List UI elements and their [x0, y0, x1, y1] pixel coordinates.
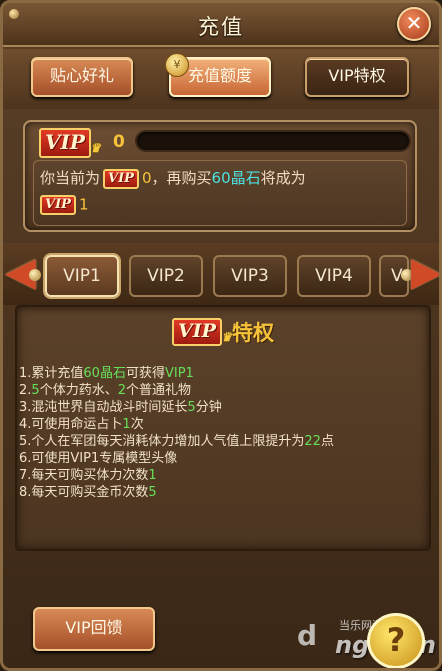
status-needed-amount: 60晶石 — [211, 169, 261, 187]
crown-icon: ♛ — [90, 141, 101, 155]
coin-icon: ¥ — [165, 53, 189, 77]
tab-vip1[interactable]: VIP1 — [45, 255, 119, 297]
privilege-text: 1.累计充值 — [19, 366, 84, 381]
d-logo-icon: d — [297, 619, 318, 652]
tab-vip-privilege[interactable]: VIP特权 — [305, 57, 409, 97]
privilege-text: 个普通礼物 — [125, 383, 191, 398]
vip-status-panel: VIP ♛ 0 你当前为 VIP 0，再购买60晶石将成为 VIP 1 — [23, 120, 417, 232]
privilege-text: 3.混沌世界自动战斗时间延长 — [19, 400, 188, 415]
privilege-highlight: 60晶石 — [83, 366, 126, 381]
tab-vip4[interactable]: VIP4 — [297, 255, 371, 297]
help-button[interactable]: ? — [367, 613, 425, 668]
privilege-list: 1.累计充值60晶石可获得VIP1 2.5个体力药水、2个普通礼物 3.混沌世界自动… — [19, 365, 334, 501]
privilege-text: 2. — [19, 383, 32, 398]
crown-icon: ♛ — [221, 330, 232, 344]
bottom-bar: VIP回馈 d 当乐网游门户 ng.d.cn ? — [3, 591, 439, 668]
privilege-text: 4.可使用命运占卜 — [19, 417, 123, 432]
status-line-1: 你当前为 VIP 0，再购买60晶石将成为 — [40, 167, 306, 189]
status-text: ，再购买 — [151, 169, 212, 187]
privilege-highlight: 5 — [148, 485, 157, 500]
privilege-text: 6.可使用VIP1专属模型头像 — [19, 451, 178, 466]
privilege-item: 5.个人在军团每天消耗体力增加人气值上限提升为22点 — [19, 433, 334, 450]
privilege-item: 7.每天可购买体力次数1 — [19, 467, 334, 484]
status-text: 你当前为 — [40, 169, 101, 187]
vip-badge-small: VIP — [103, 168, 139, 189]
tab-vip2[interactable]: VIP2 — [129, 255, 203, 297]
privilege-item: 6.可使用VIP1专属模型头像 — [19, 450, 334, 467]
status-current-level: 0 — [141, 169, 152, 187]
privilege-item: 4.可使用命运占卜1次 — [19, 416, 334, 433]
privilege-item: 1.累计充值60晶石可获得VIP1 — [19, 365, 334, 382]
status-text: 将成为 — [260, 169, 306, 187]
privilege-text: 点 — [320, 434, 334, 449]
privilege-highlight: 2 — [117, 383, 126, 398]
vip-progress-bar — [135, 130, 411, 152]
recharge-window: 充值 ✕ 贴心好礼 充值额度 VIP特权 ¥ VIP ♛ 0 你当前为 VIP 0，再… — [0, 0, 442, 671]
privilege-highlight: 22 — [304, 434, 321, 449]
vip-feedback-button[interactable]: VIP回馈 — [33, 607, 155, 651]
current-vip-level: 0 — [113, 132, 125, 152]
status-next-level: 1 — [78, 195, 89, 214]
window-title: 充值 — [198, 15, 244, 39]
decor-knob — [29, 269, 41, 281]
privilege-highlight: 5 — [187, 400, 196, 415]
arrow-right-icon[interactable]: ▶ — [411, 251, 439, 297]
privilege-item: 3.混沌世界自动战斗时间延长5分钟 — [19, 399, 334, 416]
privilege-text: 个体力药水、 — [39, 383, 118, 398]
privilege-text: 7.每天可购买体力次数 — [19, 468, 149, 483]
privilege-highlight: 1 — [148, 468, 157, 483]
privilege-highlight: 1 — [122, 417, 131, 432]
privilege-text: 次 — [130, 417, 144, 432]
privilege-item: 8.每天可购买金币次数5 — [19, 484, 334, 501]
privilege-title: 特权 — [231, 321, 274, 345]
top-tab-bar: 贴心好礼 充值额度 VIP特权 — [3, 49, 439, 109]
vip-badge: VIP ♛ — [172, 318, 232, 346]
title-bar: 充值 ✕ — [3, 3, 439, 47]
privilege-item: 2.5个体力药水、2个普通礼物 — [19, 382, 334, 399]
privilege-text: 5.个人在军团每天消耗体力增加人气值上限提升为 — [19, 434, 305, 449]
privilege-highlight: VIP1 — [164, 366, 194, 381]
vip-badge: VIP ♛ — [39, 128, 101, 158]
status-line-2: VIP 1 — [40, 195, 89, 215]
vip-level-tabs: ◀ VIP1 VIP2 VIP3 VIP4 V ▶ — [3, 243, 439, 305]
privilege-text: 分钟 — [195, 400, 222, 415]
vip-badge-small: VIP — [40, 195, 76, 215]
tab-gift[interactable]: 贴心好礼 — [31, 57, 133, 97]
close-button[interactable]: ✕ — [397, 7, 431, 41]
vip-status-message: 你当前为 VIP 0，再购买60晶石将成为 VIP 1 — [33, 160, 407, 226]
privilege-highlight: 5 — [31, 383, 40, 398]
tab-vip3[interactable]: VIP3 — [213, 255, 287, 297]
privilege-text: 可获得 — [125, 366, 165, 381]
privilege-heading: VIP ♛ 特权 — [17, 317, 429, 351]
privilege-text: 8.每天可购买金币次数 — [19, 485, 149, 500]
vip-privilege-panel: VIP ♛ 特权 1.累计充值60晶石可获得VIP1 2.5个体力药水、2个普通礼物 3… — [15, 305, 431, 551]
